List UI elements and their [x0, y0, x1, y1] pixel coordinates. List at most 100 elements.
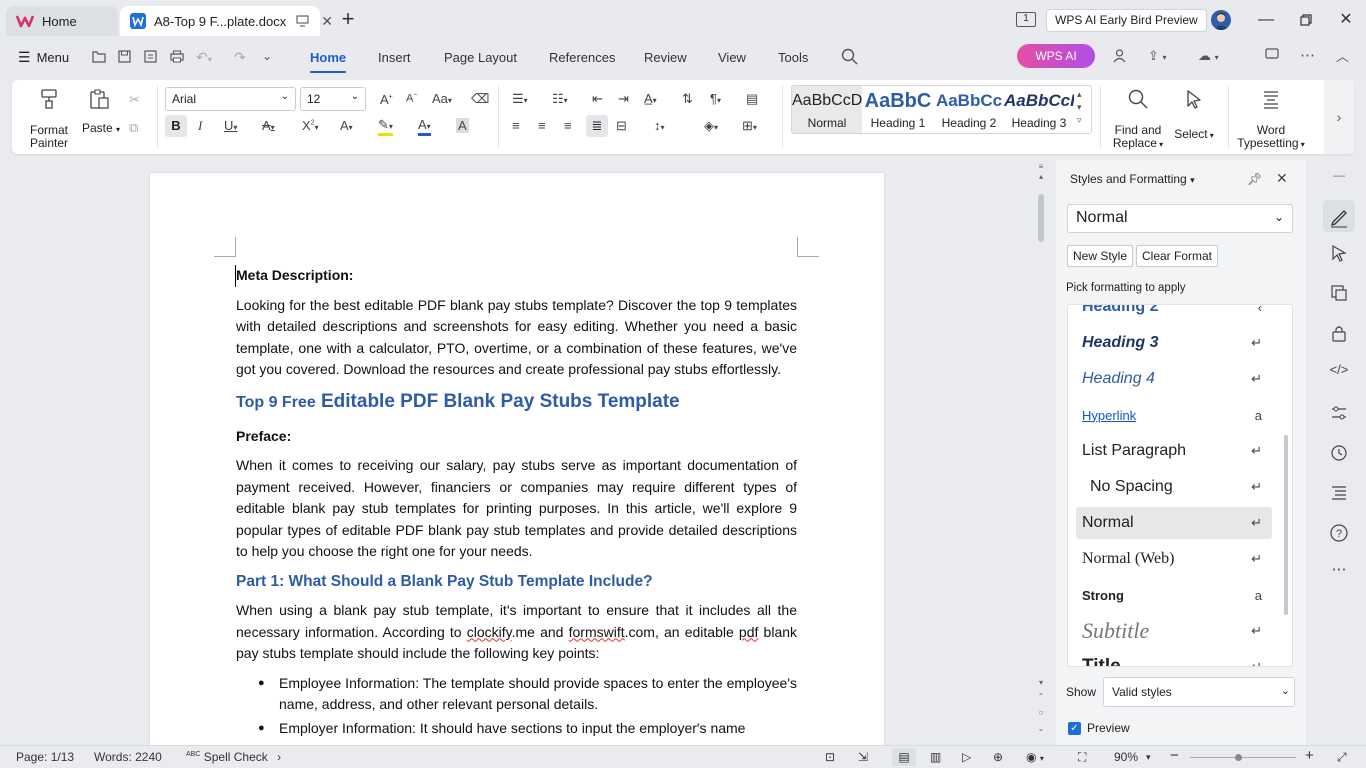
monitor-icon[interactable]: [296, 15, 309, 27]
menu-tab-review[interactable]: Review: [644, 50, 687, 65]
styles-list[interactable]: Heading 2 ‹ Heading 3 ↵ Heading 4 ↵ Hyperli…: [1067, 304, 1293, 667]
styles-list-scrollbar[interactable]: [1284, 435, 1288, 615]
increase-indent-icon[interactable]: ⇥: [618, 91, 629, 107]
styles-pen-icon[interactable]: [1323, 200, 1355, 232]
word-count[interactable]: Words: 2240: [94, 750, 162, 764]
numbering-icon[interactable]: ☷▾: [552, 91, 568, 107]
select-button[interactable]: Select ▾: [1170, 86, 1218, 146]
document-area[interactable]: ⊡ ⌄ Meta Description: Looking for the be…: [0, 160, 1046, 745]
style-item-hyperlink[interactable]: Hyperlink a: [1076, 399, 1272, 431]
scroll-up-icon[interactable]: ▴: [1036, 172, 1046, 181]
reading-mode-icon[interactable]: ▷: [962, 750, 971, 764]
bullets-icon[interactable]: ☰▾: [512, 91, 528, 107]
browse-object-icon[interactable]: ○: [1036, 708, 1046, 717]
new-tab-button[interactable]: +: [338, 8, 358, 30]
menu-tab-references[interactable]: References: [549, 50, 615, 65]
menu-tab-view[interactable]: View: [718, 50, 746, 65]
bold-button[interactable]: B: [165, 115, 187, 137]
zoom-value[interactable]: 90%: [1114, 750, 1138, 764]
style-normal-button[interactable]: AaBbCcD Normal: [792, 86, 862, 133]
page-view-icon[interactable]: ▤: [892, 748, 916, 766]
table-format-icon[interactable]: ▤: [746, 91, 758, 107]
zoom-out-icon[interactable]: −: [1170, 747, 1179, 764]
ribbon-scroll-right-icon[interactable]: ›: [1324, 80, 1354, 154]
style-item-list-paragraph[interactable]: List Paragraph ↵: [1076, 435, 1272, 467]
split-handle-icon[interactable]: ≡: [1036, 162, 1046, 171]
print-icon[interactable]: [170, 50, 184, 63]
highlight-icon[interactable]: ✎▾: [378, 118, 393, 136]
next-page-icon[interactable]: ⌄: [1036, 724, 1046, 733]
comment-icon[interactable]: [1265, 48, 1279, 61]
lock-icon[interactable]: [1328, 322, 1350, 344]
spell-check-button[interactable]: ABC Spell Check ›: [186, 750, 281, 764]
help-icon[interactable]: ?: [1328, 522, 1350, 544]
share-icon[interactable]: ⇪ ▾: [1148, 48, 1167, 64]
collapse-rail-icon[interactable]: —: [1328, 168, 1350, 190]
undo-icon[interactable]: ↶▾: [196, 49, 212, 66]
document-content[interactable]: Meta Description: Looking for the best e…: [235, 265, 797, 741]
paste-button[interactable]: Paste ▾: [78, 86, 120, 146]
chinese-layout-icon[interactable]: A̲▾: [644, 91, 657, 106]
style-gallery-scroll[interactable]: ▴ ▾ ▿: [1077, 88, 1082, 127]
avatar[interactable]: [1211, 10, 1231, 30]
pane-title[interactable]: Styles and Formatting ▾: [1070, 172, 1195, 186]
more-rail-icon[interactable]: ⋯: [1328, 560, 1350, 582]
zoom-dropdown-icon[interactable]: ▾: [1146, 752, 1151, 763]
fullscreen-icon[interactable]: ⤢: [1337, 750, 1347, 765]
new-style-button[interactable]: New Style: [1067, 245, 1134, 267]
history-icon[interactable]: [1328, 442, 1350, 464]
find-replace-button[interactable]: Find and Replace ▾: [1108, 86, 1168, 152]
style-heading1-button[interactable]: AaBbC Heading 1: [862, 86, 934, 133]
code-icon[interactable]: </>: [1328, 362, 1350, 384]
style-item-normal-web[interactable]: Normal (Web) ↵: [1076, 543, 1272, 575]
redo-icon[interactable]: ↷: [234, 49, 246, 66]
style-item-subtitle[interactable]: Subtitle ↵: [1076, 615, 1272, 647]
restore-button[interactable]: [1295, 9, 1317, 31]
style-item-heading4[interactable]: Heading 4 ↵: [1076, 363, 1272, 395]
grow-font-icon[interactable]: A+: [380, 92, 393, 107]
page-count[interactable]: Page: 1/13: [16, 750, 74, 764]
spell-error-word[interactable]: formswift: [569, 624, 625, 640]
spell-error-word[interactable]: pdf: [739, 624, 758, 640]
style-item-strong[interactable]: Strong a: [1076, 579, 1272, 611]
font-color-icon[interactable]: A▾: [418, 118, 431, 136]
line-spacing-icon[interactable]: ↕▾: [654, 118, 665, 133]
style-item-heading2[interactable]: Heading 2 ‹: [1076, 305, 1272, 323]
clear-format-icon[interactable]: ⌫: [471, 91, 489, 107]
zoom-in-icon[interactable]: +: [1305, 747, 1314, 764]
convert-icon[interactable]: [1328, 282, 1350, 304]
menu-tab-page-layout[interactable]: Page Layout: [444, 50, 517, 65]
minimize-button[interactable]: —: [1255, 9, 1277, 31]
copy-icon[interactable]: ⧉: [129, 120, 138, 136]
menu-button[interactable]: ☰ Menu: [18, 49, 69, 66]
font-name-select[interactable]: Arial ⌄: [165, 87, 296, 111]
open-folder-icon[interactable]: [92, 50, 106, 63]
document-scrollbar[interactable]: ≡ ▴ ▾ ⌃ ○ ⌄: [1036, 160, 1046, 745]
superscript-icon[interactable]: X2▾: [302, 118, 319, 133]
more-icon[interactable]: ⋯: [1300, 46, 1315, 64]
distributed-icon[interactable]: ⊟: [616, 118, 627, 134]
search-icon[interactable]: [841, 48, 858, 65]
spell-error-word[interactable]: clockify: [467, 624, 512, 640]
sliders-icon[interactable]: [1328, 402, 1350, 424]
shrink-font-icon[interactable]: A−: [406, 92, 417, 105]
document-page[interactable]: Meta Description: Looking for the best e…: [150, 173, 884, 745]
close-window-button[interactable]: ✕: [1335, 9, 1357, 31]
eye-protection-icon[interactable]: ◉ ▾: [1026, 750, 1044, 764]
tab-home[interactable]: Home: [6, 6, 118, 36]
wps-ai-button[interactable]: WPS AI: [1017, 44, 1095, 68]
style-item-title[interactable]: Title ↵: [1076, 651, 1272, 666]
select-arrow-icon[interactable]: [1328, 242, 1350, 264]
align-right-icon[interactable]: ≡: [564, 118, 572, 133]
style-item-normal[interactable]: Normal ↵: [1076, 507, 1272, 539]
pin-icon[interactable]: 📌︎: [1247, 172, 1262, 186]
tab-document[interactable]: A8-Top 9 F...plate.docx ✕: [120, 6, 333, 36]
outline-view-icon[interactable]: ▥: [930, 750, 941, 764]
fit-page-icon[interactable]: ⛶: [1078, 750, 1086, 765]
clear-format-button[interactable]: Clear Format: [1136, 245, 1219, 267]
style-heading3-button[interactable]: AaBbCcI Heading 3: [1004, 86, 1074, 133]
show-marks-icon[interactable]: ¶▾: [710, 91, 721, 106]
shading-icon[interactable]: ◈▾: [704, 118, 718, 134]
close-pane-icon[interactable]: ✕: [1276, 170, 1288, 187]
preview-checkbox[interactable]: ✓ Preview: [1068, 721, 1130, 735]
